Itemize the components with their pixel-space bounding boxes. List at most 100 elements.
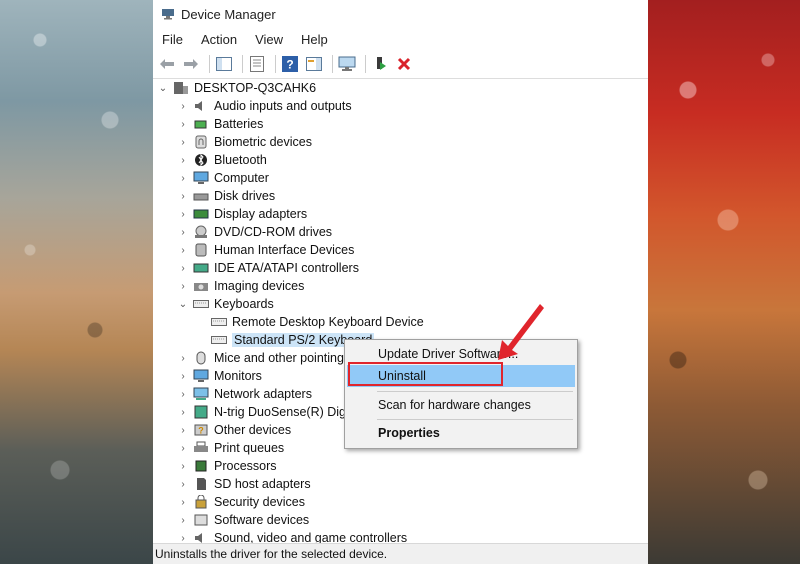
menu-bar: File Action View Help [153,28,648,50]
menu-item-properties[interactable]: Properties [347,422,575,444]
tree-item-label: Computer [214,171,269,185]
chevron-right-icon[interactable]: › [177,443,189,454]
tree-item-label: Keyboards [214,297,274,311]
tree-item-biometric[interactable]: › Biometric devices [153,133,648,151]
tree-root[interactable]: ⌄ DESKTOP-Q3CAHK6 [153,79,648,97]
update-driver-icon[interactable] [370,54,390,74]
chevron-right-icon[interactable]: › [177,101,189,112]
tree-item-label: DVD/CD-ROM drives [214,225,333,239]
uninstall-x-icon[interactable] [394,54,414,74]
chevron-right-icon[interactable]: › [177,191,189,202]
sd-card-icon [193,477,209,491]
properties-sheet-icon[interactable] [247,54,267,74]
tree-item-label: Processors [214,459,277,473]
menu-item-label: Properties [378,426,440,440]
tree-item-software[interactable]: › Software devices [153,511,648,529]
device-tree: ⌄ DESKTOP-Q3CAHK6 › Audio inputs and outp… [153,79,648,545]
tree-item-keyboards[interactable]: ⌄ Keyboards [153,295,648,313]
chevron-right-icon[interactable]: › [177,425,189,436]
tree-item-bluetooth[interactable]: › Bluetooth [153,151,648,169]
menu-item-scan-hardware[interactable]: Scan for hardware changes [347,394,575,416]
tree-item-batteries[interactable]: › Batteries [153,115,648,133]
mouse-icon [193,351,209,365]
chevron-right-icon[interactable]: › [177,353,189,364]
menu-item-label: Scan for hardware changes [378,398,531,412]
tree-item-label: SD host adapters [214,477,311,491]
tree-item-audio[interactable]: › Audio inputs and outputs [153,97,648,115]
desktop-wallpaper-right [648,0,800,564]
keyboard-icon [211,315,227,329]
chevron-right-icon[interactable]: › [177,173,189,184]
chevron-right-icon[interactable]: › [177,119,189,130]
menu-separator [377,391,573,392]
menu-file[interactable]: File [153,32,192,47]
dvd-drive-icon [193,225,209,239]
menu-help[interactable]: Help [292,32,337,47]
security-icon [193,495,209,509]
device-manager-window: Device Manager File Action View Help ? ⌄… [153,0,648,564]
chevron-right-icon[interactable]: › [177,389,189,400]
toolbar-separator [365,55,366,73]
chevron-right-icon[interactable]: › [177,407,189,418]
chevron-right-icon[interactable]: › [177,479,189,490]
tree-item-sd-host[interactable]: › SD host adapters [153,475,648,493]
chevron-down-icon[interactable]: ⌄ [177,299,189,310]
tree-item-label: Imaging devices [214,279,305,293]
toolbar-separator [242,55,243,73]
toolbar: ? [153,50,648,79]
chevron-right-icon[interactable]: › [177,371,189,382]
camera-icon [193,279,209,293]
toolbar-separator [275,55,276,73]
speaker-icon [193,99,209,113]
tree-root-label: DESKTOP-Q3CAHK6 [194,81,317,95]
action-pane-icon[interactable] [304,54,324,74]
tree-item-hid[interactable]: › Human Interface Devices [153,241,648,259]
status-text: Uninstalls the driver for the selected d… [155,547,388,561]
tree-item-imaging[interactable]: › Imaging devices [153,277,648,295]
help-icon[interactable]: ? [280,54,300,74]
tree-item-dvd[interactable]: › DVD/CD-ROM drives [153,223,648,241]
forward-arrow-icon[interactable] [181,54,201,74]
status-bar: Uninstalls the driver for the selected d… [153,543,648,564]
chevron-right-icon[interactable]: › [177,263,189,274]
monitor-icon [193,369,209,383]
show-hide-console-tree-icon[interactable] [214,54,234,74]
tree-child-remote-keyboard[interactable]: Remote Desktop Keyboard Device [153,313,648,331]
chevron-down-icon[interactable]: ⌄ [157,83,169,94]
menu-separator [377,419,573,420]
tree-item-disk-drives[interactable]: › Disk drives [153,187,648,205]
back-arrow-icon[interactable] [157,54,177,74]
tree-item-label: Other devices [214,423,292,437]
digitizer-icon [193,405,209,419]
tree-item-computer[interactable]: › Computer [153,169,648,187]
fingerprint-icon [193,135,209,149]
hid-icon [193,243,209,257]
menu-action[interactable]: Action [192,32,246,47]
chevron-right-icon[interactable]: › [177,245,189,256]
chevron-right-icon[interactable]: › [177,515,189,526]
scan-hardware-icon[interactable] [337,54,357,74]
tree-item-security[interactable]: › Security devices [153,493,648,511]
chevron-right-icon[interactable]: › [177,533,189,544]
chevron-right-icon[interactable]: › [177,155,189,166]
tree-item-ide[interactable]: › IDE ATA/ATAPI controllers [153,259,648,277]
chevron-right-icon[interactable]: › [177,461,189,472]
annotation-arrow-icon [498,304,544,360]
window-title: Device Manager [181,6,276,22]
tree-item-label: Software devices [214,513,310,527]
tree-item-label: Audio inputs and outputs [214,99,352,113]
chevron-right-icon[interactable]: › [177,137,189,148]
tree-item-label: Mice and other pointing [214,351,344,365]
tree-item-label: Human Interface Devices [214,243,355,257]
menu-view[interactable]: View [246,32,292,47]
tree-item-processors[interactable]: › Processors [153,457,648,475]
chevron-right-icon[interactable]: › [177,227,189,238]
toolbar-separator [332,55,333,73]
display-adapter-icon [193,207,209,221]
chevron-right-icon[interactable]: › [177,497,189,508]
toolbar-separator [209,55,210,73]
chevron-right-icon[interactable]: › [177,281,189,292]
printer-icon [193,441,209,455]
chevron-right-icon[interactable]: › [177,209,189,220]
tree-item-display-adapters[interactable]: › Display adapters [153,205,648,223]
